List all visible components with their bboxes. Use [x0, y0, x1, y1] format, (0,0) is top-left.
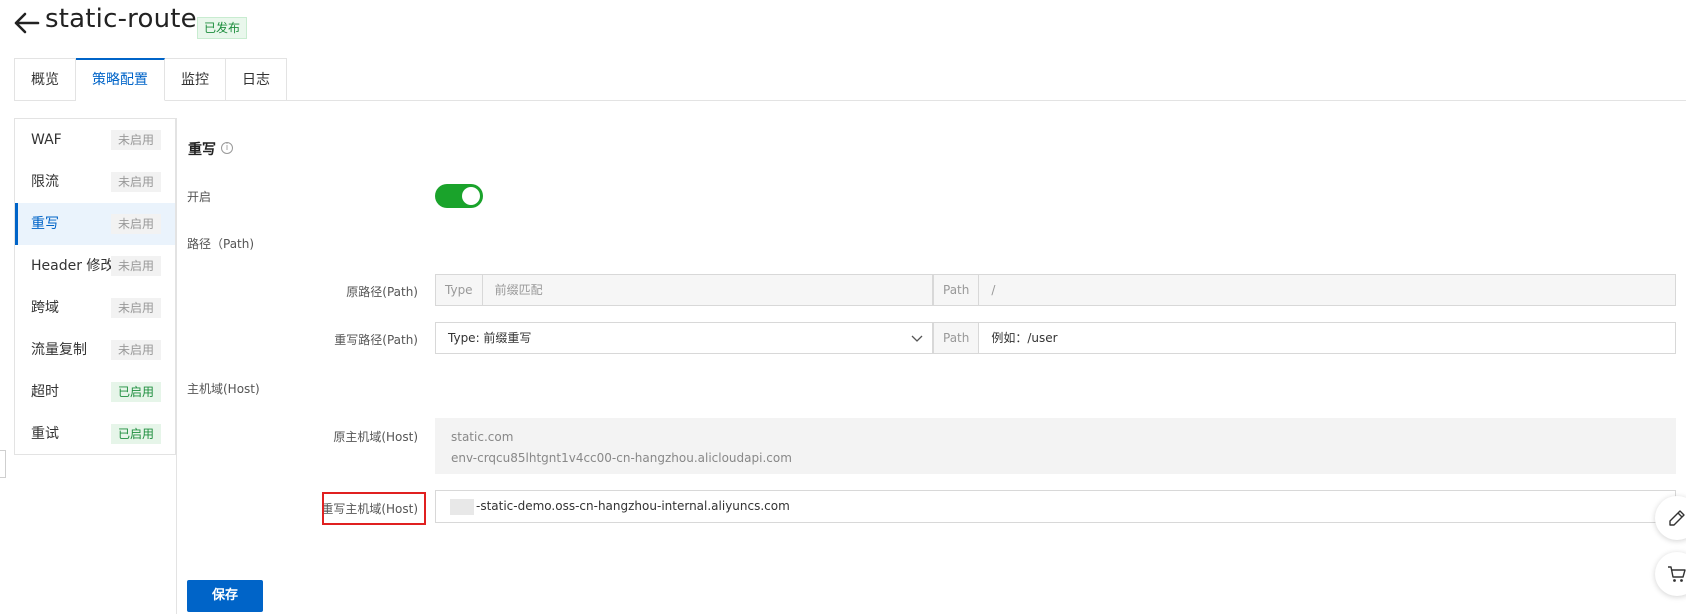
- sidebar-status-badge: 未启用: [110, 130, 161, 150]
- content-divider: [176, 118, 177, 614]
- page-title: static-route: [45, 4, 197, 34]
- save-button[interactable]: 保存: [187, 580, 263, 612]
- tab-monitoring[interactable]: 监控: [165, 58, 226, 101]
- cart-float-button[interactable]: [1655, 552, 1686, 596]
- cart-icon: [1668, 566, 1686, 582]
- sidebar-status-badge: 未启用: [110, 172, 161, 192]
- rewrite-path-type-value: Type: 前缀重写: [448, 331, 532, 345]
- path-addon: Path: [934, 323, 980, 353]
- sidebar-item-label: WAF: [31, 132, 62, 148]
- sidebar-status-badge: 未启用: [110, 214, 161, 234]
- sidebar-status-badge: 未启用: [110, 340, 161, 360]
- tabs-divider: [286, 100, 1686, 101]
- rewrite-host-input[interactable]: -static-demo.oss-cn-hangzhou-internal.al…: [435, 490, 1676, 523]
- sidebar-item-label: 重写: [31, 216, 59, 232]
- sidebar-item-retry[interactable]: 重试 已启用: [15, 413, 175, 455]
- sidebar-item-label: 限流: [31, 174, 59, 190]
- sidebar-item-label: 流量复制: [31, 342, 87, 358]
- status-badge: 已发布: [197, 17, 248, 39]
- annotation-highlight-box: [322, 492, 426, 525]
- edit-float-button[interactable]: [1655, 496, 1686, 540]
- toggle-knob: [462, 187, 480, 205]
- sidebar-item-header-modify[interactable]: Header 修改 未启用: [15, 245, 175, 287]
- sidebar-divider: [14, 454, 176, 455]
- sidebar-item-label: 超时: [31, 384, 59, 400]
- rewrite-path-label: 重写路径(Path): [334, 333, 418, 347]
- sidebar-item-rewrite[interactable]: 重写 未启用: [15, 203, 175, 245]
- path-section-label: 路径（Path): [187, 237, 255, 251]
- info-icon[interactable]: i: [221, 142, 233, 154]
- sidebar-item-label: 重试: [31, 426, 59, 442]
- redacted-prefix: [450, 499, 474, 515]
- policy-sidebar: WAF 未启用 限流 未启用 重写 未启用 Header 修改 未启用 跨域 未…: [14, 118, 176, 455]
- enable-toggle[interactable]: [435, 184, 483, 208]
- sidebar-item-rate-limit[interactable]: 限流 未启用: [15, 161, 175, 203]
- tab-policy-config[interactable]: 策略配置: [76, 58, 165, 101]
- rewrite-path-input[interactable]: 例如：/user: [979, 323, 1069, 353]
- sidebar-item-traffic-mirror[interactable]: 流量复制 未启用: [15, 329, 175, 371]
- original-path-label: 原路径(Path): [346, 285, 418, 299]
- sidebar-status-badge: 未启用: [110, 256, 161, 276]
- rewrite-host-value: -static-demo.oss-cn-hangzhou-internal.al…: [476, 499, 790, 513]
- collapse-handle[interactable]: [0, 450, 6, 478]
- original-host-item: static.com: [451, 430, 514, 444]
- sidebar-item-cors[interactable]: 跨域 未启用: [15, 287, 175, 329]
- sidebar-status-badge: 未启用: [110, 298, 161, 318]
- rewrite-path-type-select[interactable]: Type: 前缀重写: [435, 322, 933, 354]
- tab-logs[interactable]: 日志: [226, 58, 287, 101]
- edit-icon: [1669, 510, 1685, 526]
- original-path-value: /: [991, 283, 996, 297]
- type-addon: Type: [436, 275, 483, 305]
- back-arrow-icon[interactable]: [12, 8, 40, 38]
- tab-bar: 概览 策略配置 监控 日志: [14, 58, 287, 101]
- section-title: 重写: [188, 142, 216, 158]
- path-addon: Path: [934, 275, 980, 305]
- sidebar-item-timeout[interactable]: 超时 已启用: [15, 371, 175, 413]
- original-path-type-field: Type 前缀匹配: [435, 274, 933, 306]
- host-section-label: 主机域(Host): [187, 382, 260, 396]
- original-host-label: 原主机域(Host): [333, 430, 418, 444]
- sidebar-status-badge: 已启用: [110, 382, 161, 402]
- chevron-down-icon: [911, 335, 923, 342]
- original-host-item: env-crqcu85lhtgnt1v4cc00-cn-hangzhou.ali…: [451, 451, 792, 465]
- sidebar-item-label: 跨域: [31, 300, 59, 316]
- sidebar-status-badge: 已启用: [110, 424, 161, 444]
- sidebar-item-label: Header 修改: [31, 258, 115, 274]
- original-host-list: static.com env-crqcu85lhtgnt1v4cc00-cn-h…: [435, 418, 1676, 474]
- sidebar-item-waf[interactable]: WAF 未启用: [15, 119, 175, 161]
- enable-label: 开启: [187, 190, 212, 204]
- original-path-field: Path /: [933, 274, 1676, 306]
- tab-overview[interactable]: 概览: [14, 58, 76, 101]
- original-path-type-value: 前缀匹配: [494, 283, 543, 297]
- rewrite-path-field[interactable]: Path 例如：/user: [933, 322, 1676, 354]
